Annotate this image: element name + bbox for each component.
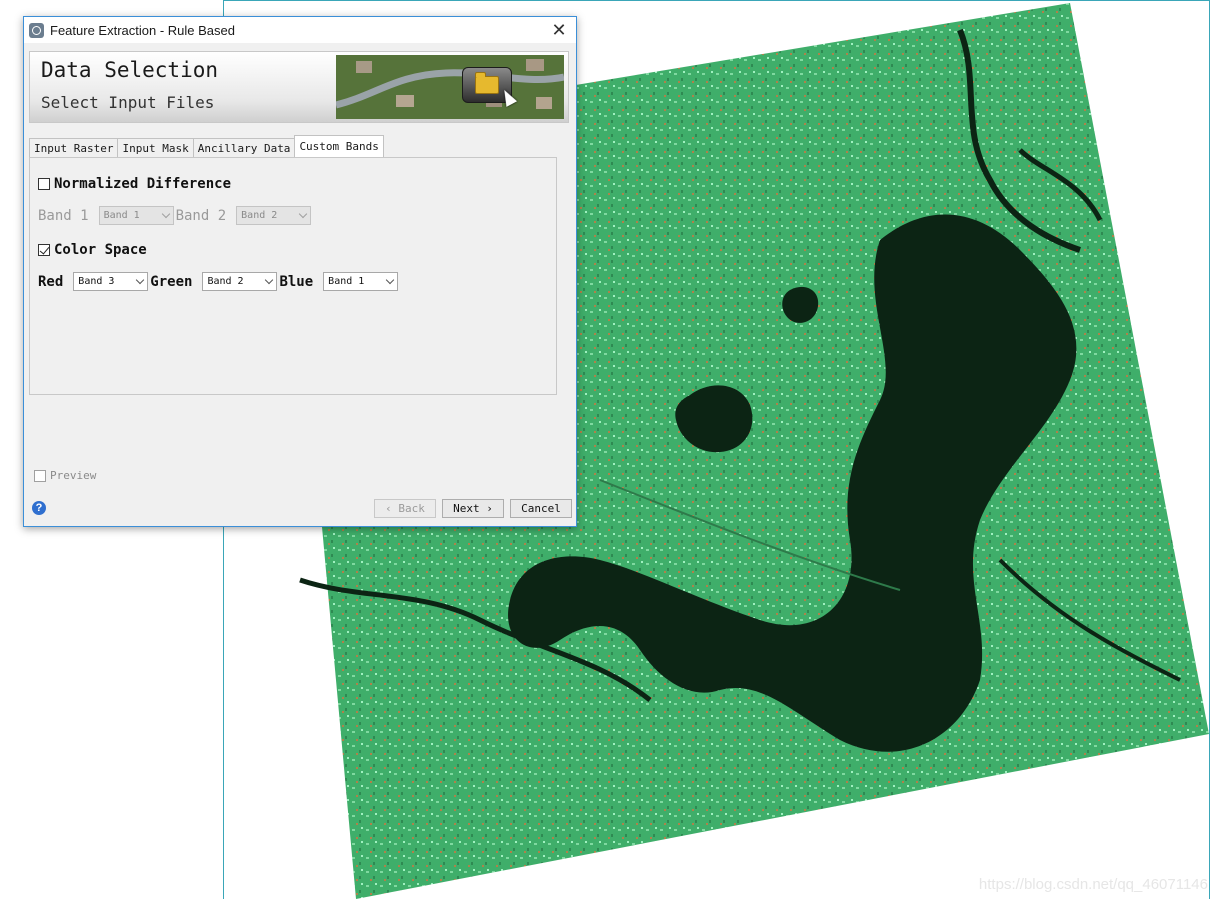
color-space-row: Color Space [38,242,147,258]
band1-value: Band 1 [103,210,140,221]
chevron-down-icon [136,275,145,285]
tab-input-mask[interactable]: Input Mask [117,138,194,157]
band1-select[interactable]: Band 1 [98,206,174,225]
red-label: Red [38,273,64,290]
band1-label: Band 1 [38,207,89,224]
close-button[interactable]: ✕ [542,17,576,43]
dialog-titlebar[interactable]: Feature Extraction - Rule Based ✕ [24,17,576,43]
band-select-row: Band 1 Band 1 Band 2 Band 2 [38,206,312,225]
normalized-difference-label: Normalized Difference [54,176,232,192]
blue-value: Band 1 [328,276,365,287]
wizard-banner: Data Selection Select Input Files [29,51,569,123]
tab-custom-bands[interactable]: Custom Bands [294,135,384,157]
chevron-down-icon [298,209,308,219]
help-icon[interactable]: ? [32,501,46,515]
color-space-label: Color Space [54,242,147,258]
feature-extraction-dialog: Feature Extraction - Rule Based ✕ Data S… [23,16,577,527]
preview-label: Preview [50,469,97,482]
back-button[interactable]: ‹ Back [374,499,436,518]
blue-select[interactable]: Band 1 [323,272,399,291]
preview-row: Preview [34,469,96,482]
band2-value: Band 2 [241,210,278,221]
chevron-down-icon [385,275,395,285]
normalized-difference-row: Normalized Difference [38,176,231,192]
blue-label: Blue [279,273,314,290]
rgb-select-row: Red Band 3 Green Band 2 Blue Band 1 [38,272,399,291]
watermark-text: https://blog.csdn.net/qq_46071146 [978,876,1208,893]
color-space-checkbox[interactable] [38,244,50,256]
chevron-down-icon [265,275,274,285]
chevron-down-icon [161,209,170,219]
tab-ancillary-data[interactable]: Ancillary Data [192,138,296,157]
red-select[interactable]: Band 3 [73,272,149,291]
cancel-button[interactable]: Cancel [510,499,572,518]
preview-checkbox[interactable] [34,469,46,482]
normalized-difference-checkbox[interactable] [38,178,50,190]
green-select[interactable]: Band 2 [202,272,278,291]
envi-app-icon [29,22,44,38]
banner-title: Data Selection [41,58,219,82]
banner-aerial-image [336,55,564,119]
band2-label: Band 2 [175,207,227,224]
banner-subtitle: Select Input Files [41,93,215,112]
custom-bands-panel: Normalized Difference Band 1 Band 1 Band… [29,157,557,395]
green-value: Band 2 [207,276,244,287]
red-value: Band 3 [78,276,115,287]
band2-select[interactable]: Band 2 [236,206,312,225]
dialog-title: Feature Extraction - Rule Based [50,22,235,38]
green-label: Green [150,273,193,290]
next-button[interactable]: Next › [442,499,504,518]
tab-input-raster[interactable]: Input Raster [29,138,119,157]
tab-bar: Input Raster Input Mask Ancillary Data C… [29,135,384,157]
